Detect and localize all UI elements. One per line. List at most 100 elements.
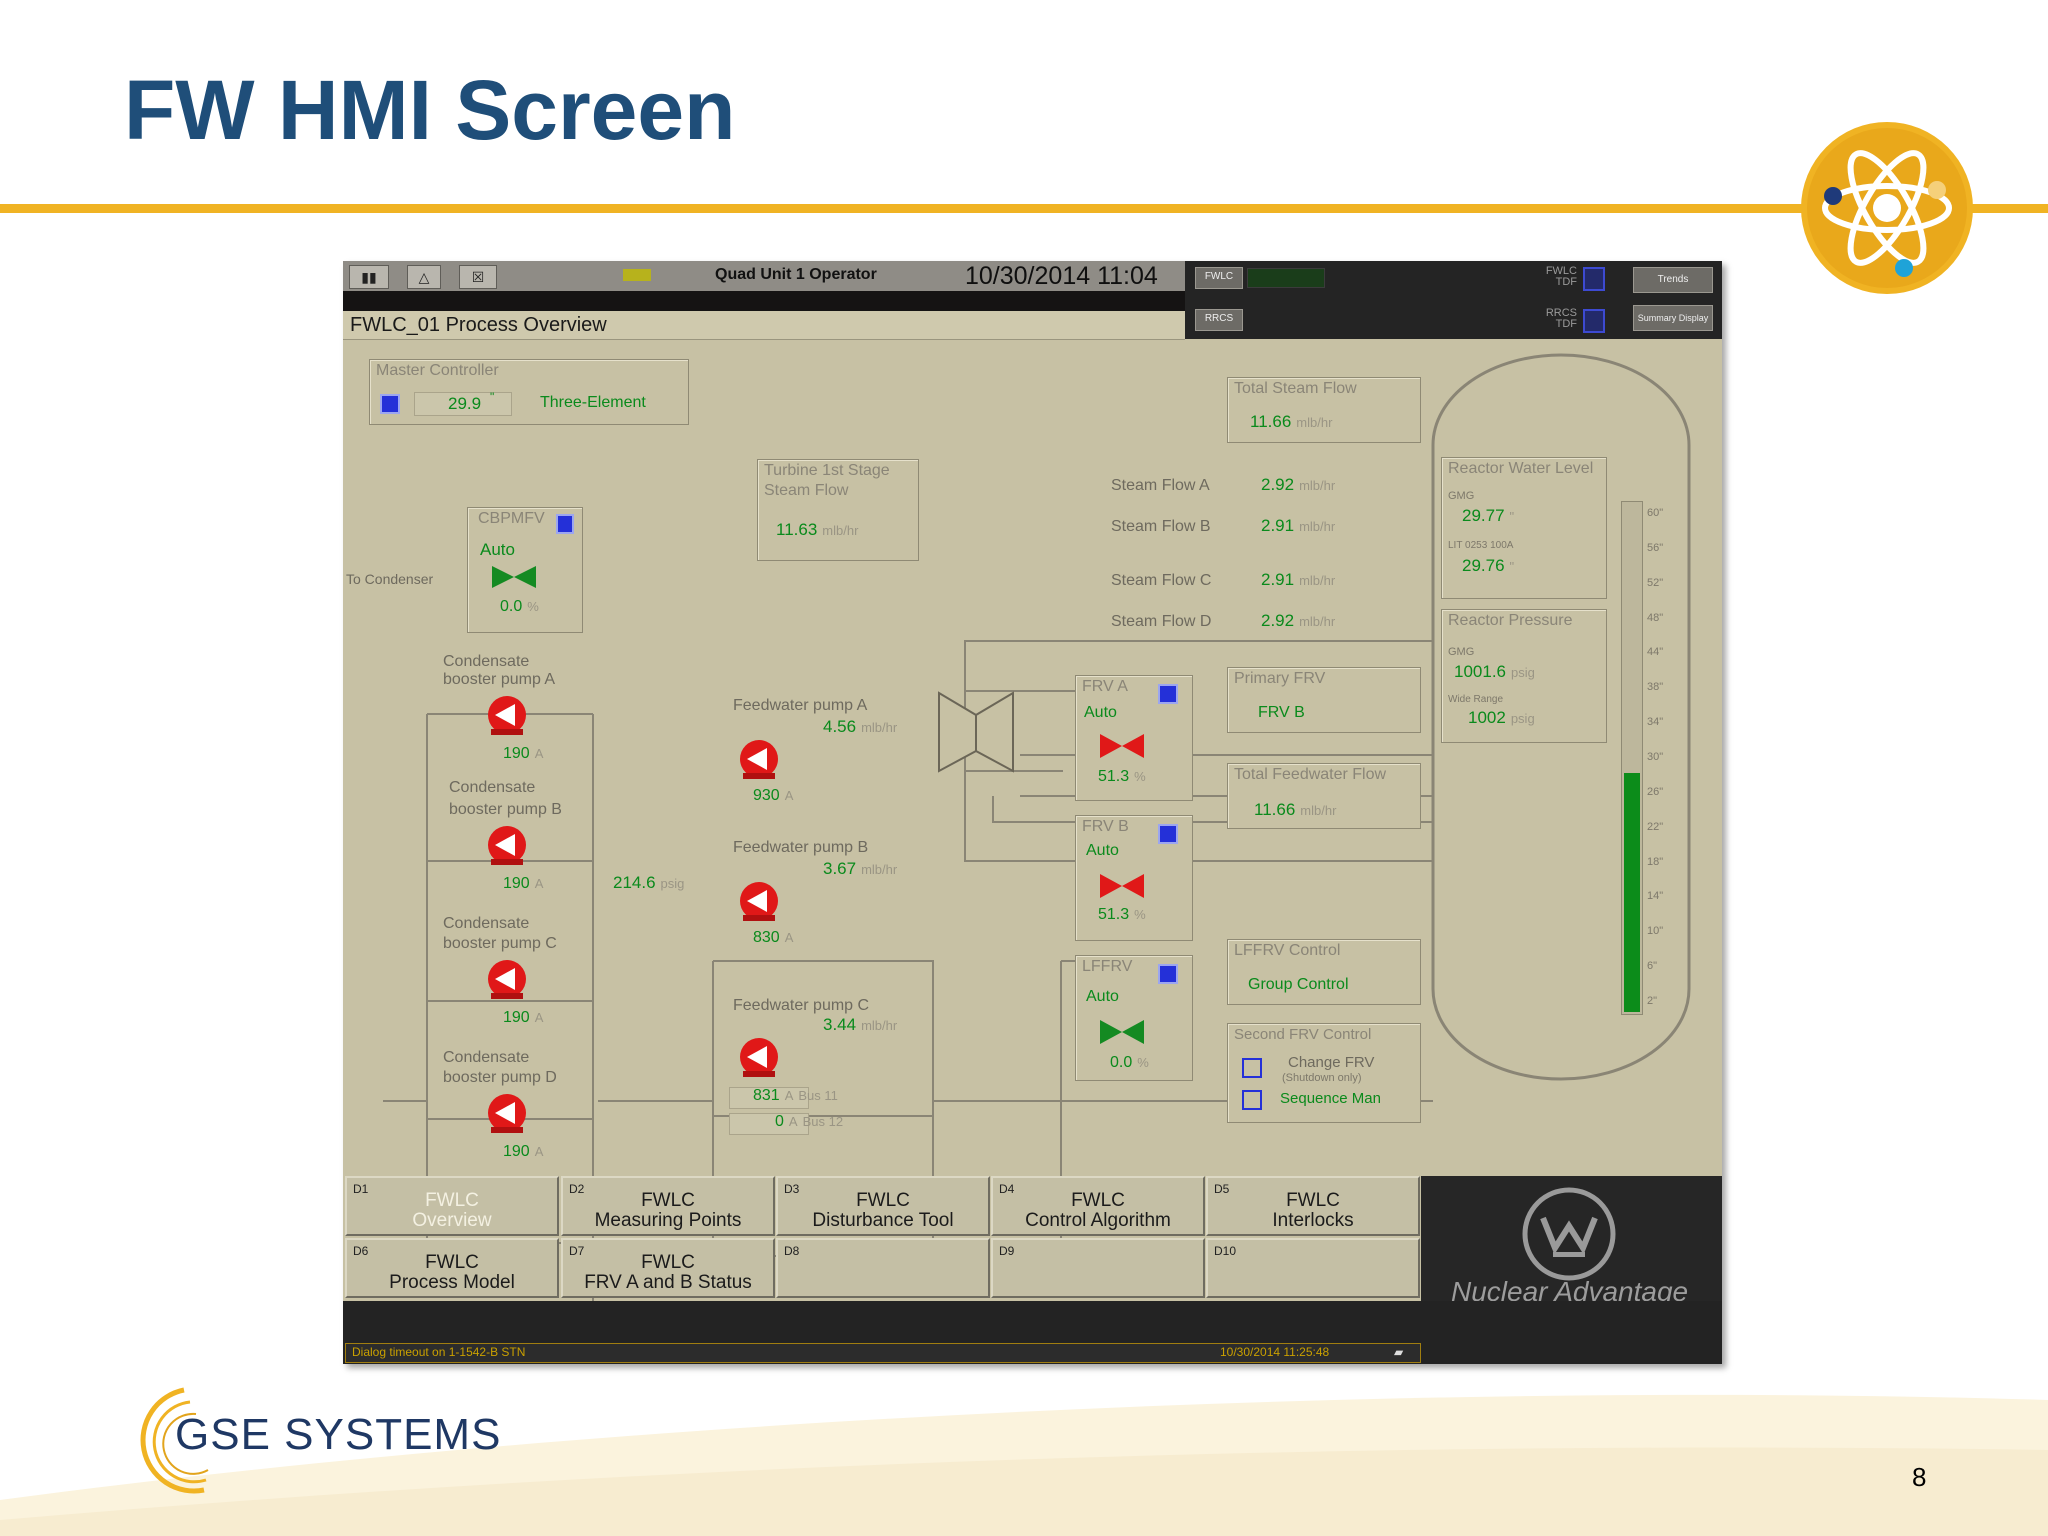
cbpmfv-toggle[interactable] [556,514,574,534]
sequence-man-label[interactable]: Sequence Man [1280,1090,1381,1107]
condensate-pump-c-icon[interactable] [485,957,529,1001]
fw-pump-b-flow: 3.67 mlb/hr [823,859,898,878]
level-tick: 30" [1647,751,1664,763]
steam-flow-d-value: 2.92 mlb/hr [1261,611,1336,630]
nav-button-d7[interactable]: D7 FWLC FRV A and B Status [561,1238,775,1298]
level-tick: 38" [1647,681,1664,694]
atom-logo-icon [1801,122,1973,294]
reactor-level-fill [1624,773,1640,1012]
fw-pump-a-flow: 4.56 mlb/hr [823,717,898,736]
fw-pump-c-flow: 3.44 mlb/hr [823,1015,898,1034]
master-controller-mode[interactable]: Three-Element [540,394,646,412]
frv-a-toggle[interactable] [1158,684,1178,704]
level-tick: 52" [1647,576,1664,589]
total-feedwater-flow-panel: Total Feedwater Flow 11.66 mlb/hr [1227,763,1421,829]
frv-a-panel[interactable]: FRV A Auto 51.3% [1075,675,1193,801]
brand-area: Nuclear Advantage [1421,1176,1722,1307]
level-tick: 34" [1647,716,1664,729]
frv-a-valve-icon [1100,734,1144,758]
lffrv-valve-icon [1100,1020,1144,1044]
nav-button-d3[interactable]: D3 FWLC Disturbance Tool [776,1176,990,1236]
master-controller-title: Master Controller [376,362,499,379]
master-controller-toggle[interactable] [380,394,400,414]
nav-button-d2[interactable]: D2 FWLC Measuring Points [561,1176,775,1236]
fw-pump-a-label: Feedwater pump A [733,697,868,714]
reactor-pressure-wide-value: 1002 psig [1468,708,1535,727]
to-condenser-label: To Condenser [346,571,434,587]
lffrv-mode[interactable]: Auto [1086,988,1119,1006]
status-time: 10/30/2014 11:25:48 [1220,1345,1330,1359]
frv-a-mode[interactable]: Auto [1084,704,1117,722]
condensate-pump-a-amps: 190 A [503,745,544,762]
level-tick: 48" [1647,611,1664,624]
frv-b-panel[interactable]: FRV B Auto 51.3% [1075,815,1193,941]
slide-title: FW HMI Screen [124,63,736,157]
status-message: Dialog timeout on 1-1542-B STN [352,1345,526,1359]
nav-button-d6[interactable]: D6 FWLC Process Model [345,1238,559,1298]
level-scale: 60" 56" 52" 48" 44" 38" 34" 30" 26" 22" 18" 14" 10" 6… [1647,501,1677,1013]
turbine-steam-flow-value: 11.63 mlb/hr [776,520,859,539]
nav-label-line1: FWLC [425,1190,479,1211]
nav-button-d10[interactable]: D10 [1206,1238,1420,1298]
second-frv-control-panel: Second FRV Control Change FRV (Shutdown … [1227,1023,1421,1123]
westinghouse-logo-icon [1522,1187,1616,1281]
condensate-pump-b-icon[interactable] [485,823,529,867]
primary-frv-panel: Primary FRV FRV B [1227,667,1421,733]
level-tick: 10" [1647,925,1664,938]
steam-flow-b-value: 2.91 mlb/hr [1261,516,1336,535]
nav-code: D10 [1214,1244,1237,1258]
fw-pump-c-icon[interactable] [737,1035,781,1079]
sequence-man-checkbox[interactable] [1242,1090,1262,1110]
nav-button-d8[interactable]: D8 [776,1238,990,1298]
steam-flow-b-label: Steam Flow B [1111,518,1211,535]
level-tick: 2" [1647,995,1658,1007]
lffrv-control-panel: LFFRV Control Group Control [1227,939,1421,1005]
change-frv-checkbox[interactable] [1242,1058,1262,1078]
reactor-pressure-panel: Reactor Pressure GMG 1001.6 psig Wide Ran… [1441,609,1607,743]
lffrv-panel[interactable]: LFFRV Auto 0.0% [1075,955,1193,1081]
lffrv-toggle[interactable] [1158,964,1178,984]
cbpmfv-panel[interactable]: CBPMFV Auto 0.0% [467,507,583,633]
nav-label-line1: FWLC [641,1190,695,1211]
condensate-pump-a-icon[interactable] [485,693,529,737]
steam-flow-c-value: 2.91 mlb/hr [1261,570,1336,589]
frv-a-value: 51.3% [1098,768,1146,785]
nav-label-line1: FWLC [1071,1190,1125,1211]
nav-button-d1[interactable]: D1 FWLC Overview [345,1176,559,1236]
total-feedwater-flow-value: 11.66 mlb/hr [1254,800,1337,819]
steam-flow-a-value: 2.92 mlb/hr [1261,475,1336,494]
nav-label-line1: FWLC [1286,1190,1340,1211]
fw-pump-a-icon[interactable] [737,737,781,781]
page-number: 8 [1912,1462,1927,1492]
title-rule [0,204,2048,213]
level-tick: 60" [1647,507,1664,519]
condensate-pump-d-icon[interactable] [485,1091,529,1135]
bus-12-amps: 0 A Bus 12 [775,1113,844,1130]
level-tick: 44" [1647,646,1664,659]
fw-pump-b-icon[interactable] [737,879,781,923]
nav-button-d4[interactable]: D4 FWLC Control Algorithm [991,1176,1205,1236]
frv-b-valve-icon [1100,874,1144,898]
nav-button-d5[interactable]: D5 FWLC Interlocks [1206,1176,1420,1236]
hmi-screen: ▮▮ △ ☒ Quad Unit 1 Operator 10/30/2014 1… [343,261,1722,1364]
primary-frv-value[interactable]: FRV B [1258,704,1305,722]
cbpmfv-value: 0.0% [500,598,539,615]
status-flag-icon[interactable]: ▰ [1394,1345,1403,1359]
frv-b-mode[interactable]: Auto [1086,842,1119,860]
condensate-pump-d-amps: 190 A [503,1143,544,1160]
reactor-level-gmg-value: 29.77 " [1462,506,1515,525]
nav-code: D8 [784,1244,800,1258]
frv-b-toggle[interactable] [1158,824,1178,844]
cbpmfv-valve-icon [492,566,536,588]
nav-button-d9[interactable]: D9 [991,1238,1205,1298]
level-tick: 14" [1647,890,1664,903]
master-controller-value: 29.9 [448,394,482,413]
steam-flow-a-label: Steam Flow A [1111,477,1210,494]
total-steam-flow-panel: Total Steam Flow 11.66 mlb/hr [1227,377,1421,443]
cbpmfv-mode[interactable]: Auto [480,540,515,560]
gse-logo-text: GSE SYSTEMS [175,1410,502,1459]
lffrv-control-value[interactable]: Group Control [1248,976,1349,994]
nav-label-line2: Interlocks [1272,1210,1354,1231]
nav-label-line1: FWLC [856,1190,910,1211]
total-steam-flow-value: 11.66 mlb/hr [1250,412,1333,431]
